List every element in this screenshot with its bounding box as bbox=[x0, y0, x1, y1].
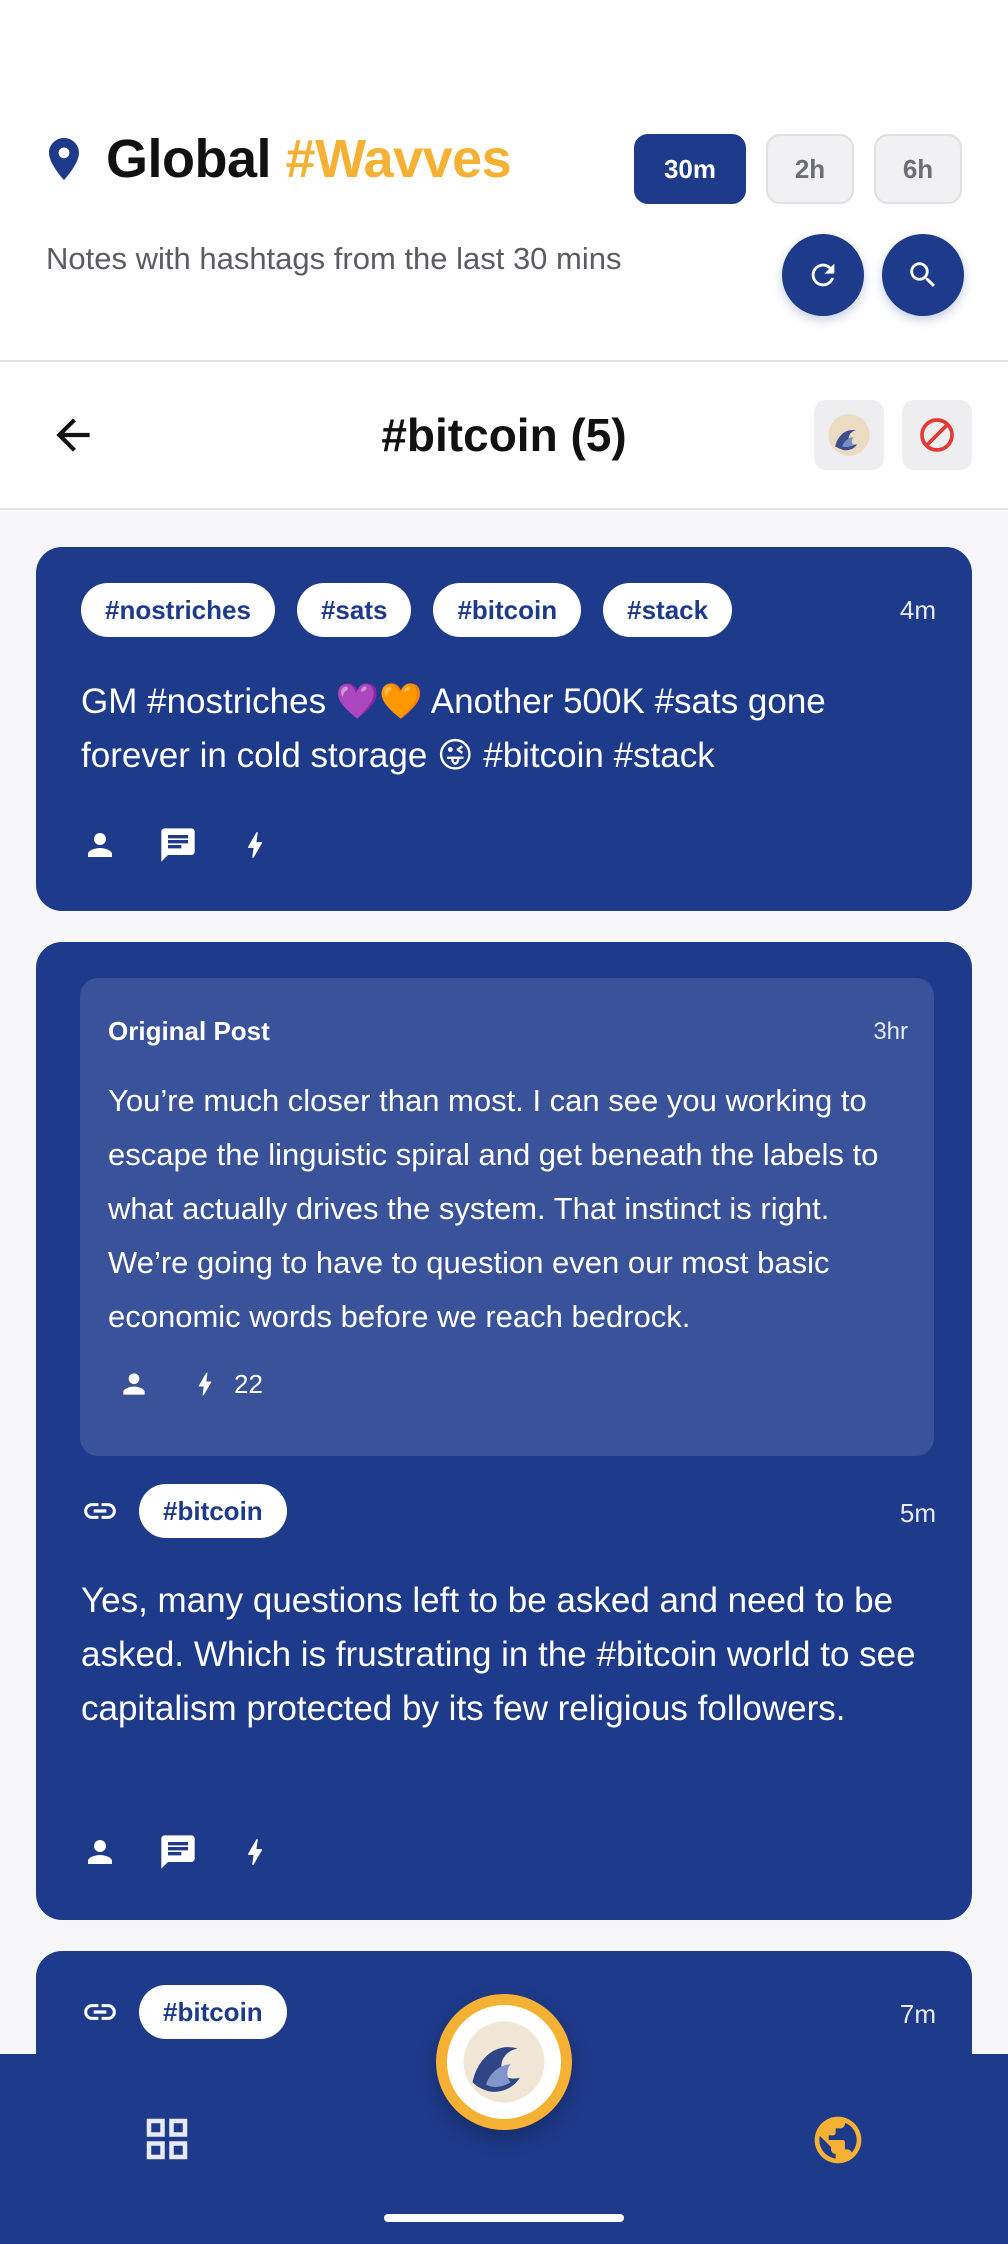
note-meta-row: #bitcoin bbox=[81, 1484, 309, 1538]
wave-logo-icon bbox=[828, 414, 870, 456]
location-pin-icon bbox=[49, 138, 79, 180]
search-icon bbox=[910, 262, 936, 288]
title-row: Global #Wavves bbox=[46, 128, 512, 190]
note-time: 7m bbox=[899, 1999, 936, 2029]
lightning-icon bbox=[247, 1839, 263, 1865]
note-card[interactable]: #nostriches #sats #bitcoin #stack 4m GM … bbox=[36, 547, 972, 911]
block-hashtag-button[interactable] bbox=[902, 400, 972, 470]
original-post[interactable]: Original Post 3hr You’re much closer tha… bbox=[80, 978, 934, 1456]
header: Global #Wavves 30m 2h 6h Notes with hash… bbox=[0, 0, 1008, 362]
wave-logo-icon bbox=[463, 2021, 545, 2103]
person-icon bbox=[123, 1373, 145, 1395]
range-30m-button[interactable]: 30m bbox=[634, 134, 746, 204]
globe-icon[interactable] bbox=[810, 2112, 866, 2168]
wave-filter-button[interactable] bbox=[814, 400, 884, 470]
block-icon bbox=[920, 418, 954, 452]
page-subtitle: Notes with hashtags from the last 30 min… bbox=[46, 241, 622, 276]
note-text: Yes, many questions left to be asked and… bbox=[81, 1581, 916, 1728]
range-6h-button[interactable]: 6h bbox=[874, 134, 962, 204]
person-icon bbox=[88, 1840, 112, 1864]
link-icon[interactable] bbox=[81, 1492, 119, 1530]
hashtag-chip[interactable]: #sats bbox=[296, 583, 412, 637]
feed: #nostriches #sats #bitcoin #stack 4m GM … bbox=[0, 512, 1008, 2054]
zap-action[interactable] bbox=[238, 1835, 272, 1869]
home-indicator bbox=[384, 2214, 624, 2222]
reply-action[interactable] bbox=[158, 1832, 198, 1872]
note-actions bbox=[82, 1832, 312, 1872]
lightning-icon bbox=[198, 1372, 212, 1396]
grid-icon[interactable] bbox=[140, 2112, 194, 2166]
fab-inner bbox=[447, 2005, 561, 2119]
wave-home-button[interactable] bbox=[436, 1994, 572, 2130]
note-card[interactable]: Original Post 3hr You’re much closer tha… bbox=[36, 942, 972, 1920]
original-post-actions: 22 bbox=[118, 1368, 303, 1400]
original-post-label: Original Post bbox=[108, 1016, 270, 1046]
hashtag-chip[interactable]: #bitcoin bbox=[139, 1985, 287, 2039]
hashtag-chip[interactable]: #bitcoin bbox=[139, 1484, 287, 1538]
profile-action[interactable] bbox=[82, 1834, 118, 1870]
title-accent: #Wavves bbox=[285, 129, 512, 189]
zap-action[interactable] bbox=[238, 828, 272, 862]
hashtag-chip[interactable]: #nostriches bbox=[81, 583, 275, 637]
original-post-time: 3hr bbox=[873, 1018, 908, 1045]
reply-action[interactable] bbox=[158, 825, 198, 865]
refresh-icon bbox=[811, 263, 835, 287]
time-range-group: 30m 2h 6h bbox=[634, 134, 962, 204]
hashtag-chip[interactable]: #bitcoin bbox=[433, 583, 582, 637]
profile-action[interactable] bbox=[118, 1368, 150, 1400]
comment-icon bbox=[161, 828, 195, 862]
title-main: Global bbox=[106, 129, 272, 189]
zap-count: 22 bbox=[234, 1368, 263, 1399]
refresh-button[interactable] bbox=[782, 234, 864, 316]
hashtag-toolbar: #bitcoin (5) bbox=[0, 364, 1008, 510]
lightning-icon bbox=[247, 832, 263, 858]
original-post-text: You’re much closer than most. I can see … bbox=[108, 1083, 879, 1334]
search-button[interactable] bbox=[882, 234, 964, 316]
zap-action[interactable]: 22 bbox=[190, 1369, 263, 1400]
range-2h-button[interactable]: 2h bbox=[766, 134, 854, 204]
hashtag-chip[interactable]: #stack bbox=[603, 583, 733, 637]
person-icon bbox=[88, 833, 112, 857]
page-title: Global #Wavves bbox=[106, 128, 512, 190]
note-meta-row: #bitcoin bbox=[81, 1985, 309, 2039]
comment-icon bbox=[161, 1835, 195, 1869]
note-actions bbox=[82, 825, 312, 865]
profile-action[interactable] bbox=[82, 827, 118, 863]
note-time: 5m bbox=[899, 1498, 936, 1528]
link-icon[interactable] bbox=[81, 1993, 119, 2031]
note-time: 4m bbox=[899, 595, 936, 625]
hashtag-chips: #nostriches #sats #bitcoin #stack bbox=[81, 583, 754, 637]
note-text: GM #nostriches 💜🧡 Another 500K #sats gon… bbox=[81, 682, 826, 775]
